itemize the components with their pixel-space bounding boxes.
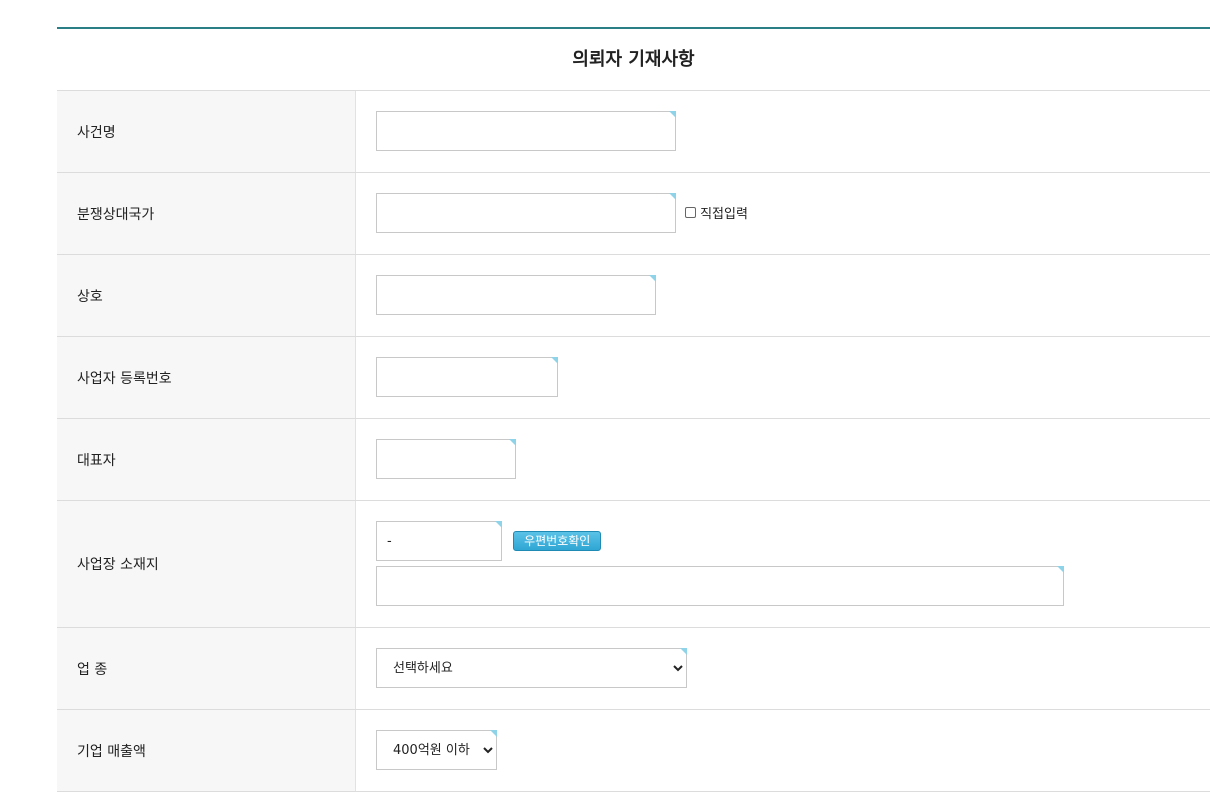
- company-name-input-wrap: [376, 275, 656, 315]
- case-name-input-wrap: [376, 111, 676, 151]
- business-number-input[interactable]: [377, 358, 557, 396]
- industry-select-wrap: 선택하세요: [376, 648, 687, 688]
- revenue-select-wrap: 400억원 이하: [376, 730, 497, 770]
- revenue-label: 기업 매출액: [57, 710, 356, 791]
- direct-input-toggle[interactable]: 직접입력: [685, 203, 748, 222]
- row-case-name: 사건명: [57, 91, 1210, 173]
- requester-form: 의뢰자 기재사항 사건명 분쟁상대국가 직접입력 상호 사업자 등록번호 대표자…: [57, 27, 1210, 792]
- row-industry: 업 종 선택하세요: [57, 628, 1210, 710]
- form-title: 의뢰자 기재사항: [57, 29, 1210, 91]
- dispute-country-cell: 직접입력: [356, 173, 1210, 254]
- representative-input[interactable]: [377, 440, 515, 478]
- case-name-label: 사건명: [57, 91, 356, 172]
- business-address-label: 사업장 소재지: [57, 501, 356, 627]
- dispute-country-label: 분쟁상대국가: [57, 173, 356, 254]
- representative-label: 대표자: [57, 419, 356, 500]
- representative-cell: [356, 419, 1210, 500]
- revenue-cell: 400억원 이하: [356, 710, 1210, 791]
- company-name-label: 상호: [57, 255, 356, 336]
- company-name-input[interactable]: [377, 276, 655, 314]
- row-business-number: 사업자 등록번호: [57, 337, 1210, 419]
- row-company-name: 상호: [57, 255, 1210, 337]
- zip-line: 우편번호확인: [376, 521, 1190, 561]
- row-business-address: 사업장 소재지 우편번호확인: [57, 501, 1210, 628]
- zip-check-button[interactable]: 우편번호확인: [513, 531, 602, 551]
- direct-input-label: 직접입력: [700, 207, 748, 222]
- dispute-country-input-wrap: [376, 193, 676, 233]
- address-input-wrap: [376, 566, 1064, 606]
- address-line: [376, 566, 1190, 606]
- row-revenue: 기업 매출액 400억원 이하: [57, 710, 1210, 792]
- business-address-cell: 우편번호확인: [356, 501, 1210, 627]
- industry-cell: 선택하세요: [356, 628, 1210, 709]
- business-number-cell: [356, 337, 1210, 418]
- revenue-select[interactable]: 400억원 이하: [377, 731, 496, 769]
- industry-label: 업 종: [57, 628, 356, 709]
- business-number-input-wrap: [376, 357, 558, 397]
- address-input[interactable]: [377, 567, 1063, 605]
- row-representative: 대표자: [57, 419, 1210, 501]
- industry-select[interactable]: 선택하세요: [377, 649, 686, 687]
- business-number-label: 사업자 등록번호: [57, 337, 356, 418]
- direct-input-checkbox[interactable]: [685, 207, 697, 218]
- case-name-input[interactable]: [377, 112, 675, 150]
- dispute-country-input[interactable]: [377, 194, 675, 232]
- case-name-cell: [356, 91, 1210, 172]
- zip-input[interactable]: [377, 522, 501, 560]
- company-name-cell: [356, 255, 1210, 336]
- row-dispute-country: 분쟁상대국가 직접입력: [57, 173, 1210, 255]
- zip-input-wrap: [376, 521, 502, 561]
- representative-input-wrap: [376, 439, 516, 479]
